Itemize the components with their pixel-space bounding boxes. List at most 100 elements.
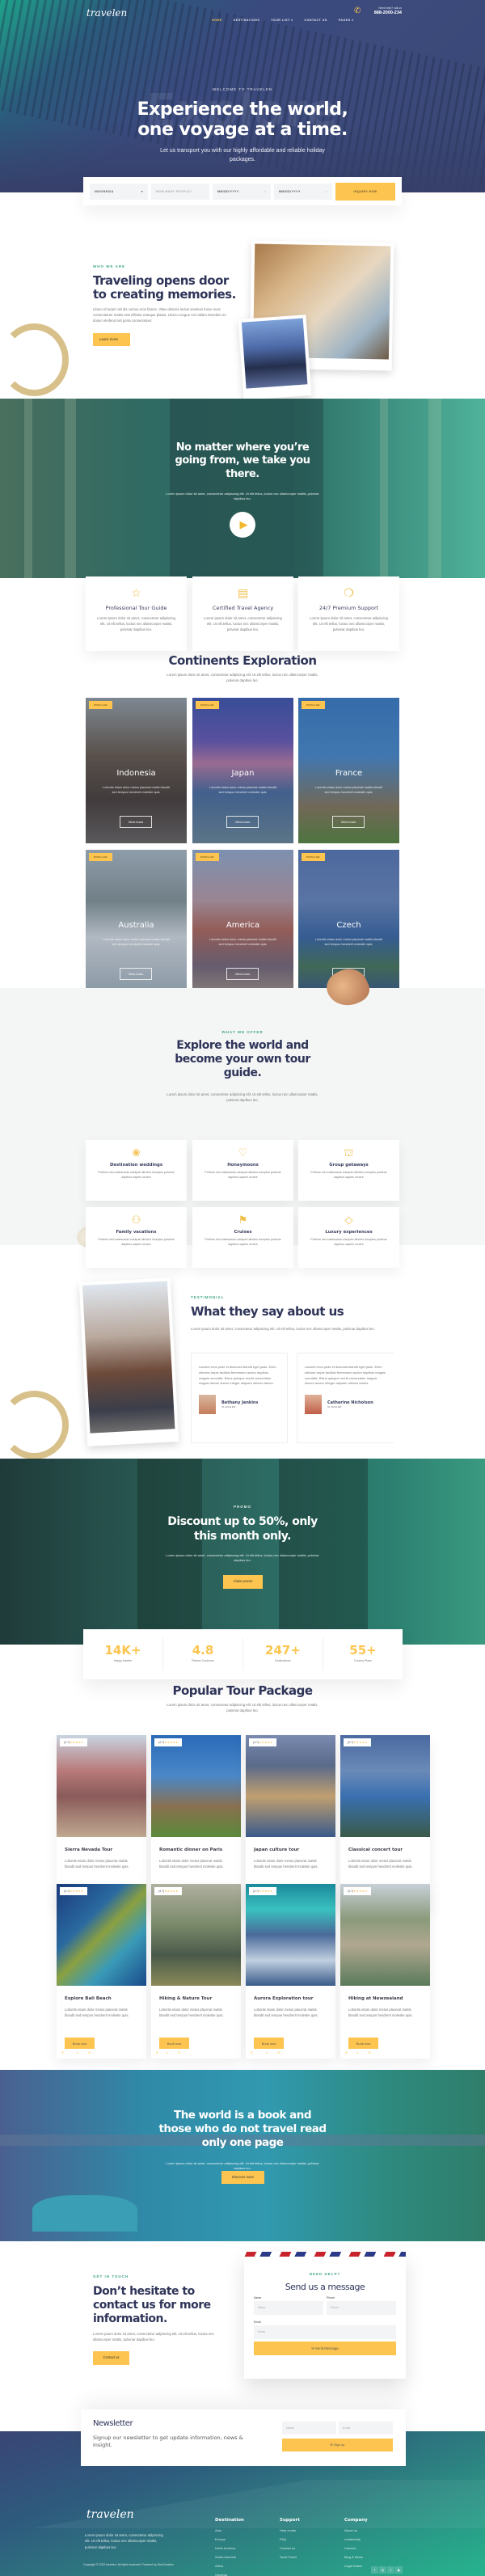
avatar [305, 1395, 322, 1415]
feature-card: ▤ Certified Travel Agency Lorem ipsum do… [192, 576, 293, 651]
tour-title[interactable]: Aurora Exploration tour [254, 1996, 314, 2001]
tour-title[interactable]: Classical concert tour [348, 1848, 403, 1852]
footer-link[interactable]: North America [215, 2546, 244, 2550]
footer-link[interactable]: Oceania [215, 2573, 244, 2576]
footer-link[interactable]: Europe [215, 2537, 244, 2541]
instagram-icon[interactable]: ◎ [379, 2566, 386, 2574]
footer-column: Destination Asia Europe North America South … [215, 2518, 244, 2576]
tour-title[interactable]: Hiking & Nature Tour [159, 1996, 212, 2001]
star-rating-icon: ★★★★★ [259, 1890, 273, 1893]
tour-title[interactable]: Sierra Nevada Tour [65, 1848, 112, 1852]
tour-image[interactable] [57, 1735, 146, 1837]
footer-link[interactable]: Africa [215, 2564, 244, 2568]
continents-title: Continents Exploration [168, 653, 317, 668]
footer-link[interactable]: About us [344, 2528, 368, 2532]
email-input[interactable]: Email [254, 2325, 396, 2339]
calendar-icon: ▫ [264, 189, 266, 193]
claim-promo-button[interactable]: Claim promo [223, 1575, 263, 1589]
book-now-button[interactable]: Book now [348, 2038, 378, 2049]
contact-eyebrow: GET IN TOUCH [93, 2274, 129, 2278]
date-from-input[interactable]: MM/DD/YYYY ▫ [213, 183, 271, 200]
feature-card: ❍ 24/7 Premium Support Lorem ipsum dolor… [298, 576, 399, 651]
destination-select[interactable]: INDONESIA ▾ [90, 183, 148, 200]
view-tours-button[interactable]: View tours [120, 968, 152, 980]
book-now-button[interactable]: Book now [159, 2038, 189, 2049]
tour-title[interactable]: Romantic dinner on Paris [159, 1848, 222, 1852]
nav-home[interactable]: HOME [212, 19, 222, 22]
star-rating-icon: ★★★★★ [353, 1890, 368, 1893]
stat-item: 4.8 Review Customer [163, 1638, 243, 1670]
youtube-icon[interactable]: ▶ [395, 2566, 403, 2574]
footer-logo[interactable]: travelen [86, 2508, 134, 2521]
offer-card: ❀ Destination weddings Pretium nisi male… [86, 1140, 187, 1201]
logo[interactable]: travelen [86, 7, 127, 19]
contact-us-button[interactable]: Contact us [93, 2351, 129, 2365]
stat-value: 55+ [349, 1643, 377, 1658]
continent-card[interactable]: POPULAR Australia Lobortis etiam dolor m… [86, 850, 187, 995]
book-now-button[interactable]: Book now [65, 2038, 95, 2049]
newsletter-email-input[interactable]: Email [339, 2422, 393, 2435]
footer-link[interactable]: Send Ticket [280, 2555, 300, 2559]
continent-card[interactable]: POPULAR America Lobortis etiam dolor met… [192, 850, 293, 995]
nav-destinations[interactable]: DESTINATIONS [234, 19, 260, 22]
footer-link[interactable]: Help center [280, 2528, 300, 2532]
view-tours-button[interactable]: View tours [120, 816, 152, 828]
clock-icon: ● [166, 2051, 168, 2054]
send-message-button[interactable]: ✉ Send Message [254, 2342, 396, 2355]
tour-desc: Lobortis etiam dolor metus placerat matt… [348, 1859, 413, 1869]
flag-icon: ⚑ [238, 1214, 248, 1226]
book-now-button[interactable]: Book now [254, 2038, 284, 2049]
nav-pages[interactable]: PAGES ▾ [339, 19, 354, 22]
rating-badge: (4.7)★★★★★ [60, 1738, 88, 1746]
footer-link[interactable]: Asia [215, 2528, 244, 2532]
learn-more-button[interactable]: Learn more [93, 333, 130, 346]
view-tours-button[interactable]: View tours [332, 816, 365, 828]
tour-image[interactable] [340, 1884, 430, 1986]
footer-link[interactable]: Blog & News [344, 2555, 368, 2559]
view-tours-button[interactable]: View tours [226, 816, 259, 828]
footer-link[interactable]: Legal Notice [344, 2564, 368, 2568]
calendar-icon: ▫ [326, 189, 327, 193]
tour-image[interactable] [246, 1735, 335, 1837]
footer-link[interactable]: FAQ [280, 2537, 300, 2541]
dome-building [32, 2195, 137, 2232]
sign-up-button[interactable]: ✉ Sign up [282, 2439, 393, 2451]
promo-text: Lorem ipsum dolor sit amet, consectetur … [166, 1553, 319, 1563]
inquiry-now-button[interactable]: INQUIRY NOW [335, 182, 395, 201]
play-video-button[interactable]: ▶ [230, 512, 255, 538]
continent-card[interactable]: POPULAR France Lobortis etiam dolor metu… [298, 698, 399, 843]
tour-title[interactable]: Explore Bali Beach [65, 1996, 112, 2001]
tour-title[interactable]: Hiking at Newzealand [348, 1996, 403, 2001]
continent-card[interactable]: POPULAR Indonesia Lobortis etiam dolor m… [86, 698, 187, 843]
people-input[interactable]: HOW MANY PEOPLE? [151, 183, 209, 200]
about-text: Libero id turpis nisl dis cursus eros fa… [93, 307, 226, 323]
continent-card[interactable]: POPULAR Japan Lobortis etiam dolor metus… [192, 698, 293, 843]
footer-link[interactable]: South America [215, 2555, 244, 2559]
discover-more-button[interactable]: Discover more [221, 2171, 264, 2184]
newsletter-name-input[interactable]: Name [282, 2422, 336, 2435]
phone-number[interactable]: 888-2000-234 [368, 11, 402, 15]
footer-link[interactable]: Contact us [280, 2546, 300, 2550]
twitter-icon[interactable]: t [387, 2566, 394, 2574]
nav-tour-list[interactable]: TOUR LIST ▾ [271, 19, 293, 22]
footer-link[interactable]: Careers [344, 2546, 368, 2550]
nav-contact-us[interactable]: CONTACT US [305, 19, 327, 22]
help-contact: Need help? call us 888-2000-234 [368, 6, 402, 15]
tour-image[interactable] [151, 1884, 241, 1986]
date-to-input[interactable]: MM/DD/YYYY ▫ [274, 183, 332, 200]
offer-card: ⛫ Group getaways Pretium nisi malesuada … [298, 1140, 399, 1201]
continent-text: Lobortis etiam dolor metus placerat matt… [315, 938, 382, 947]
tour-card: (4.7)★★★★★ ⚲ California ● 5D/4N ⚇ Pax : … [57, 1884, 146, 2059]
name-input[interactable]: Name [254, 2301, 323, 2315]
phone-input[interactable]: Phone [327, 2301, 396, 2315]
view-tours-button[interactable]: View tours [226, 968, 259, 980]
tour-title[interactable]: Japan culture tour [254, 1848, 299, 1852]
tour-image[interactable] [151, 1735, 241, 1837]
footer-link[interactable]: Leadership [344, 2537, 368, 2541]
caret-down-icon: ▾ [141, 189, 143, 193]
tour-image[interactable] [340, 1735, 430, 1837]
tour-image[interactable] [246, 1884, 335, 1986]
facebook-icon[interactable]: f [371, 2566, 378, 2574]
tour-image[interactable] [57, 1884, 146, 1986]
feature-card: ☆ Professional Tour Guide Lorem ipsum do… [86, 576, 187, 651]
